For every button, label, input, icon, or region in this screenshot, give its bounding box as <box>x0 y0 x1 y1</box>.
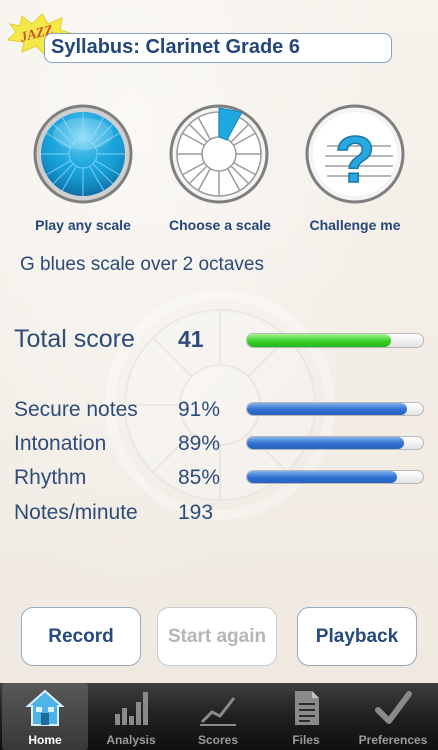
bar-chart-icon <box>115 692 148 725</box>
svg-text:?: ? <box>335 122 375 196</box>
play-any-scale-button[interactable]: Play any scale <box>33 104 133 234</box>
secure-notes-value: 91% <box>178 398 221 421</box>
intonation-bar <box>246 436 424 450</box>
tab-preferences[interactable]: Preferences <box>350 683 436 750</box>
tab-home-label: Home <box>28 733 62 747</box>
notes-per-minute-label: Notes/minute <box>14 501 138 524</box>
total-score-label: Total score <box>14 325 135 353</box>
tab-analysis-label: Analysis <box>106 733 156 747</box>
segment-wheel-icon <box>169 104 269 204</box>
scale-wheel-icon <box>33 104 133 204</box>
syllabus-selector[interactable]: Syllabus: Clarinet Grade 6 <box>44 33 392 63</box>
challenge-me-button[interactable]: ? Challenge me <box>305 104 405 234</box>
record-button[interactable]: Record <box>21 607 141 666</box>
intonation-bar-fill <box>247 437 404 449</box>
secure-notes-label: Secure notes <box>14 398 138 421</box>
start-again-button[interactable]: Start again <box>157 607 277 666</box>
question-mark-icon: ? <box>305 104 405 204</box>
tab-bar: Home Analysis Scores Files Preferences <box>0 683 438 750</box>
intonation-label: Intonation <box>14 432 107 455</box>
playback-button[interactable]: Playback <box>297 607 417 666</box>
tab-scores-label: Scores <box>197 733 239 747</box>
secure-notes-bar <box>246 402 424 416</box>
tab-files-label: Files <box>292 733 320 747</box>
total-score-value: 41 <box>178 326 204 352</box>
total-score-bar <box>246 333 424 348</box>
rhythm-bar <box>246 470 424 484</box>
secure-notes-bar-fill <box>247 403 408 415</box>
tab-preferences-label: Preferences <box>358 733 428 747</box>
tab-files[interactable]: Files <box>263 683 349 750</box>
choose-a-scale-label: Choose a scale <box>169 217 271 233</box>
rhythm-bar-fill <box>247 471 397 483</box>
tab-analysis[interactable]: Analysis <box>88 683 174 750</box>
play-any-scale-label: Play any scale <box>35 217 131 233</box>
document-icon <box>295 691 319 725</box>
rhythm-value: 85% <box>178 466 221 489</box>
home-icon <box>25 689 65 726</box>
tab-scores[interactable]: Scores <box>175 683 261 750</box>
trend-chart-icon <box>200 697 236 726</box>
challenge-me-label: Challenge me <box>309 217 401 233</box>
checkmark-icon <box>375 691 412 724</box>
rhythm-label: Rhythm <box>14 466 87 489</box>
choose-a-scale-button[interactable]: Choose a scale <box>169 104 271 234</box>
total-score-bar-fill <box>247 334 392 347</box>
notes-per-minute-value: 193 <box>178 501 214 524</box>
intonation-value: 89% <box>178 432 221 455</box>
tab-home[interactable]: Home <box>2 683 88 750</box>
scale-description: G blues scale over 2 octaves <box>20 254 264 275</box>
